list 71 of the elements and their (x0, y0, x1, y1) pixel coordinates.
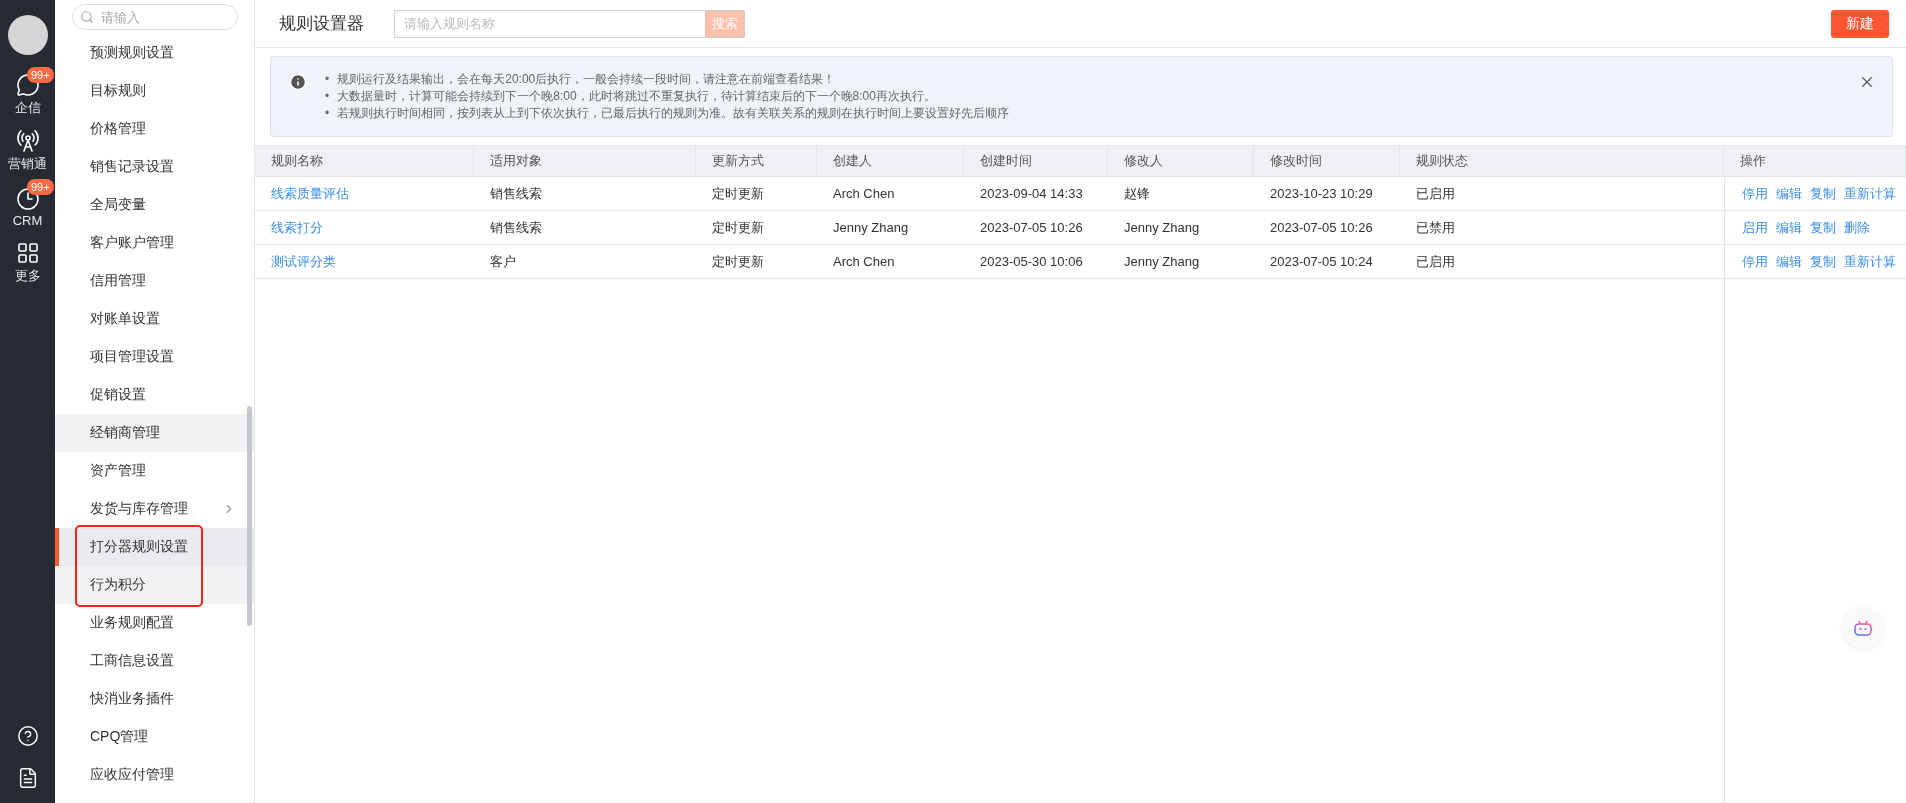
table-cell: 2023-07-05 10:26 (964, 211, 1108, 245)
column-header: 创建时间 (964, 145, 1108, 177)
count-badge: 99+ (27, 67, 54, 83)
count-badge: 99+ (27, 179, 54, 195)
table-cell: 已启用 (1400, 177, 1724, 211)
table-cell: 客户 (474, 245, 696, 279)
table-cell: 销售线索 (474, 211, 696, 245)
table-cell: 已禁用 (1400, 211, 1724, 245)
column-header: 适用对象 (474, 145, 696, 177)
avatar[interactable] (7, 15, 48, 55)
grid-icon (15, 241, 40, 265)
action-link[interactable]: 启用 (1742, 218, 1768, 237)
rail-item[interactable]: 营销通 (0, 123, 55, 179)
notice-text: 规则运行及结果输出，会在每天20:00后执行，一般会持续一段时间，请注意在前端查看结果！ (337, 71, 836, 88)
table-cell: Arch Chen (817, 245, 964, 279)
column-header: 创建人 (817, 145, 964, 177)
rule-name-link[interactable]: 测试评分类 (271, 252, 336, 271)
table-cell: 定时更新 (696, 177, 817, 211)
scrollbar[interactable] (247, 406, 252, 626)
rule-name-link[interactable]: 线索打分 (271, 218, 323, 237)
search-icon (80, 10, 94, 24)
table-cell: Jenny Zhang (817, 211, 964, 245)
table-cell: 定时更新 (696, 211, 817, 245)
nav-item[interactable]: 行为积分 (55, 566, 254, 604)
rule-name-link[interactable]: 线索质量评估 (271, 184, 349, 203)
nav-item[interactable]: 经销商管理 (55, 414, 254, 452)
table-cell: 销售线索 (474, 177, 696, 211)
page-title: 规则设置器 (279, 13, 364, 35)
table-cell: 2023-09-04 14:33 (964, 177, 1108, 211)
table-cell: Jenny Zhang (1108, 245, 1254, 279)
table-cell: Arch Chen (817, 177, 964, 211)
column-header: 更新方式 (696, 145, 817, 177)
bullet: • (325, 71, 330, 88)
table-cell: 2023-10-23 10:29 (1254, 177, 1400, 211)
table-cell: 2023-07-05 10:24 (1254, 245, 1400, 279)
column-header: 规则名称 (255, 145, 474, 177)
table-cell: Jenny Zhang (1108, 211, 1254, 245)
action-link[interactable]: 复制 (1810, 184, 1836, 203)
action-link[interactable]: 复制 (1810, 218, 1836, 237)
action-link[interactable]: 停用 (1742, 184, 1768, 203)
help-icon[interactable] (16, 725, 39, 747)
column-header: 规则状态 (1400, 145, 1724, 177)
bullet: • (325, 105, 330, 122)
action-link[interactable]: 重新计算 (1844, 184, 1896, 203)
table-cell: 已启用 (1400, 245, 1724, 279)
nav-item[interactable]: 打分器规则设置 (55, 528, 254, 566)
rail-item[interactable]: CRM 99+ (0, 179, 55, 235)
assistant-button[interactable] (1843, 608, 1883, 648)
table-cell: 2023-07-05 10:26 (1254, 211, 1400, 245)
bullet: • (325, 88, 330, 105)
info-icon (289, 73, 307, 91)
column-header: 修改时间 (1254, 145, 1400, 177)
action-link[interactable]: 编辑 (1776, 184, 1802, 203)
action-link[interactable]: 编辑 (1776, 252, 1802, 271)
action-link[interactable]: 停用 (1742, 252, 1768, 271)
robot-icon (1854, 620, 1872, 636)
notice-text: 大数据量时，计算可能会持续到下一个晚8:00，此时将跳过不重复执行，待计算结束后的下一个晚8:00再次执行。 (337, 88, 936, 105)
column-header: 操作 (1724, 145, 1906, 177)
rail-item[interactable]: 更多 (0, 235, 55, 291)
search-field[interactable]: 请输入 (72, 4, 238, 30)
broadcast-icon (15, 129, 40, 153)
table-cell: 赵锋 (1108, 177, 1254, 211)
action-link[interactable]: 重新计算 (1844, 252, 1896, 271)
action-link[interactable]: 删除 (1844, 218, 1870, 237)
action-link[interactable]: 复制 (1810, 252, 1836, 271)
rail-item[interactable]: 企信 99+ (0, 67, 55, 123)
table-cell: 2023-05-30 10:06 (964, 245, 1108, 279)
notice-text: 若规则执行时间相同，按列表从上到下依次执行，已最后执行的规则为准。故有关联关系的规则在执行时间上要设置好先后顺序 (337, 105, 1010, 122)
table-cell: 定时更新 (696, 245, 817, 279)
action-link[interactable]: 编辑 (1776, 218, 1802, 237)
column-header: 修改人 (1108, 145, 1254, 177)
